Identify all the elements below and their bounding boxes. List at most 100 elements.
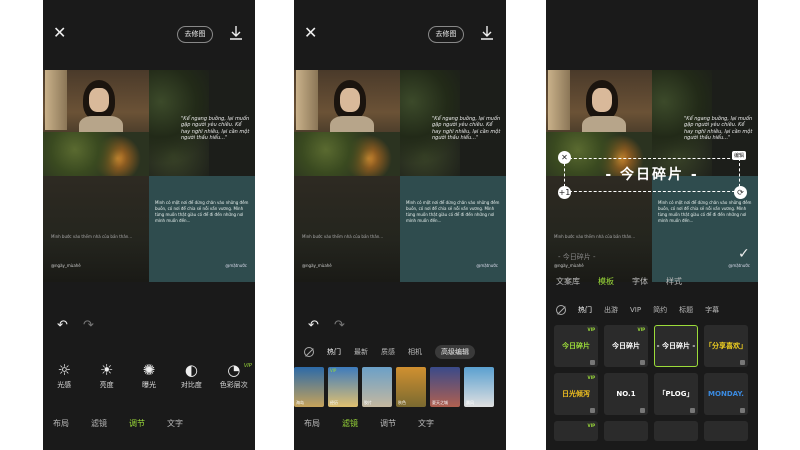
- template-category-4[interactable]: 标题: [679, 305, 693, 315]
- filter-thumb-2[interactable]: 胶片: [362, 367, 392, 407]
- no-filter-icon[interactable]: [304, 347, 314, 357]
- filter-thumb-5[interactable]: 晨风: [464, 367, 494, 407]
- close-icon[interactable]: ✕: [53, 25, 67, 41]
- adjust-tool-4[interactable]: ◔ VIP 色彩层次: [214, 360, 254, 390]
- template-cell-6[interactable]: 「PLOG」: [654, 373, 698, 415]
- filter-thumb-0[interactable]: 海岛: [294, 367, 324, 407]
- text-tab-3[interactable]: 样式: [666, 276, 682, 287]
- quote-text: "Kể ngang buồng, lại muốn gặp người yêu …: [432, 116, 501, 141]
- vip-badge: VIP: [637, 327, 645, 332]
- template-cell-11[interactable]: [704, 421, 748, 441]
- quote-text: "Kể ngang buồng, lại muốn gặp người yêu …: [181, 116, 250, 141]
- template-text: 「分享喜欢」: [705, 342, 747, 350]
- bottom-tab-1[interactable]: 滤镜: [91, 418, 107, 429]
- filter-thumb-label: 海岛: [296, 400, 304, 405]
- download-icon: [640, 408, 645, 413]
- collage-quote-block: "Kể ngang buồng, lại muốn gặp người yêu …: [400, 70, 506, 176]
- edit-sticker-button[interactable]: 编辑: [732, 151, 747, 160]
- color-layers-icon: ◔ VIP: [214, 360, 254, 380]
- download-icon: [740, 360, 745, 365]
- vip-badge: VIP: [587, 327, 595, 332]
- body-text: Mình có một nơi để dừng chân vào những đ…: [155, 200, 249, 223]
- template-category-3[interactable]: 简约: [653, 305, 667, 315]
- panel-filter: ✕ 去修图 "Kể ngang buồng, lại muốn gặp ngườ…: [294, 0, 506, 450]
- current-text-label: - 今日碎片 -: [558, 253, 596, 261]
- template-cell-1[interactable]: 今日碎片 VIP: [604, 325, 648, 367]
- template-category-2[interactable]: VIP: [630, 306, 641, 314]
- filter-category-3[interactable]: 相机: [408, 347, 422, 357]
- delete-sticker-icon[interactable]: ✕: [558, 151, 571, 164]
- filter-category-1[interactable]: 最新: [354, 347, 368, 357]
- bottom-tab-3[interactable]: 文字: [418, 418, 434, 429]
- sun-outline-icon: ☼: [57, 361, 71, 379]
- template-cell-3[interactable]: 「分享喜欢」: [704, 325, 748, 367]
- template-grid: 今日碎片 VIP 今日碎片 VIP - 今日碎片 - 「分享喜欢」日光倾泻 VIP NO.1 「…: [554, 325, 748, 441]
- bottom-tab-0[interactable]: 布局: [53, 418, 69, 429]
- contrast-icon: ◐: [184, 361, 198, 379]
- download-icon[interactable]: [479, 24, 495, 42]
- edit-photo-button[interactable]: 去修图: [428, 26, 464, 43]
- collage-text-block: Mình có một nơi để dừng chân vào những đ…: [400, 176, 506, 282]
- filter-category-0[interactable]: 热门: [327, 347, 341, 357]
- undo-icon[interactable]: ↶: [308, 318, 319, 333]
- text-tab-1[interactable]: 模板: [598, 276, 614, 287]
- download-icon[interactable]: [228, 24, 244, 42]
- template-cell-7[interactable]: MONDAY.: [704, 373, 748, 415]
- download-icon: [740, 408, 745, 413]
- template-cell-10[interactable]: [654, 421, 698, 441]
- adjust-tool-1[interactable]: ☀ 亮度: [87, 360, 127, 390]
- photo-collage[interactable]: "Kể ngang buồng, lại muốn gặp người yêu …: [43, 70, 255, 282]
- template-cell-4[interactable]: 日光倾泻 VIP: [554, 373, 598, 415]
- quote-text: "Kể ngang buồng, lại muốn gặp người yêu …: [684, 116, 753, 141]
- signature-left: @ngày_mùahè: [51, 263, 81, 268]
- tool-label: 对比度: [180, 381, 202, 389]
- adjust-tool-3[interactable]: ◐ 对比度: [171, 360, 211, 390]
- photo-collage[interactable]: "Kể ngang buồng, lại muốn gặp người yêu …: [294, 70, 506, 282]
- no-template-icon[interactable]: [556, 305, 566, 315]
- filter-category-bar: 热门 最新 质感 相机 高级编辑: [304, 345, 504, 359]
- filter-thumb-3[interactable]: 秋色: [396, 367, 426, 407]
- template-category-1[interactable]: 出游: [604, 305, 618, 315]
- collage-photo-shelf: Mình bước vào thềm nhà của bản thân... @n…: [43, 176, 149, 282]
- bottom-tab-2[interactable]: 调节: [380, 418, 396, 429]
- adjust-tool-2[interactable]: ✺ 曝光: [129, 360, 169, 390]
- redo-icon[interactable]: ↷: [334, 318, 345, 333]
- edit-photo-button[interactable]: 去修图: [177, 26, 213, 43]
- text-tabs: 文案库 模板 字体 样式: [556, 276, 682, 287]
- body-text: Mình có một nơi để dừng chân vào những đ…: [658, 200, 752, 223]
- vip-badge: VIP: [587, 423, 595, 428]
- filter-thumb-1[interactable]: VIP 经历: [328, 367, 358, 407]
- duplicate-sticker-icon[interactable]: +1: [558, 186, 571, 199]
- advanced-edit-button[interactable]: 高级编辑: [435, 345, 475, 359]
- template-cell-9[interactable]: [604, 421, 648, 441]
- template-cell-5[interactable]: NO.1: [604, 373, 648, 415]
- panel-text: "Kể ngang buồng, lại muốn gặp người yêu …: [546, 0, 758, 450]
- redo-icon[interactable]: ↷: [83, 318, 94, 333]
- template-cell-0[interactable]: 今日碎片 VIP: [554, 325, 598, 367]
- text-tab-2[interactable]: 字体: [632, 276, 648, 287]
- undo-icon[interactable]: ↶: [57, 318, 68, 333]
- bottom-tab-1[interactable]: 滤镜: [342, 418, 358, 429]
- template-cell-2[interactable]: - 今日碎片 -: [654, 325, 698, 367]
- text-sticker-box[interactable]: - 今日碎片 -: [564, 158, 740, 192]
- confirm-check-icon[interactable]: ✓: [738, 246, 750, 262]
- filter-thumb-4[interactable]: 夏天之城: [430, 367, 460, 407]
- template-text: MONDAY.: [708, 390, 744, 398]
- bottom-tab-3[interactable]: 文字: [167, 418, 183, 429]
- tool-label: 色彩层次: [219, 381, 248, 389]
- bottom-tab-0[interactable]: 布局: [304, 418, 320, 429]
- template-category-5[interactable]: 字幕: [705, 305, 719, 315]
- template-cell-8[interactable]: VIP: [554, 421, 598, 441]
- filter-category-2[interactable]: 质感: [381, 347, 395, 357]
- adjust-tool-0[interactable]: ☼ 光感: [44, 360, 84, 390]
- bottom-tab-2[interactable]: 调节: [129, 418, 145, 429]
- rotate-sticker-icon[interactable]: ⟳: [734, 186, 747, 199]
- template-text: 今日碎片: [612, 342, 640, 350]
- filter-thumbnails: 海岛 VIP 经历 胶片 秋色 夏天之城 晨风: [294, 367, 494, 407]
- template-category-bar: 热门 出游 VIP 简约 标题 字幕: [556, 305, 758, 315]
- text-tab-0[interactable]: 文案库: [556, 276, 580, 287]
- collage-photo-shelf: Mình bước vào thềm nhà của bản thân... @n…: [294, 176, 400, 282]
- template-category-0[interactable]: 热门: [578, 305, 592, 315]
- template-text: 今日碎片: [562, 342, 590, 350]
- close-icon[interactable]: ✕: [304, 25, 318, 41]
